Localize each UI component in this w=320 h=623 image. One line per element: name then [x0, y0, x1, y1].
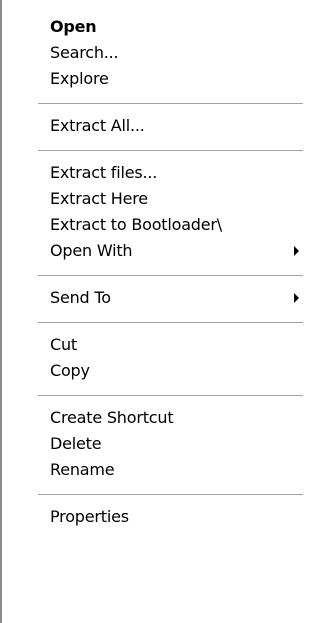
- menu-item-delete[interactable]: Delete: [2, 431, 303, 457]
- submenu-arrow-icon: [294, 246, 299, 256]
- menu-item-properties[interactable]: Properties: [2, 504, 303, 530]
- menu-item-send-to[interactable]: Send To: [2, 285, 303, 311]
- menu-item-extract-files[interactable]: Extract files...: [2, 160, 303, 186]
- menu-item-cut[interactable]: Cut: [2, 332, 303, 358]
- submenu-arrow-icon: [294, 293, 299, 303]
- menu-item-open-with[interactable]: Open With: [2, 238, 303, 264]
- menu-separator: [38, 395, 303, 396]
- menu-item-open[interactable]: Open: [2, 14, 303, 40]
- menu-item-create-shortcut[interactable]: Create Shortcut: [2, 405, 303, 431]
- menu-item-extract-all[interactable]: Extract All...: [2, 113, 303, 139]
- menu-item-rename[interactable]: Rename: [2, 457, 303, 483]
- menu-item-copy[interactable]: Copy: [2, 358, 303, 384]
- menu-item-explore[interactable]: Explore: [2, 66, 303, 92]
- menu-item-send-to-label: Send To: [50, 288, 111, 307]
- context-menu: Open Search... Explore Extract All... Ex…: [0, 0, 303, 623]
- menu-separator: [38, 322, 303, 323]
- menu-separator: [38, 275, 303, 276]
- menu-separator: [38, 494, 303, 495]
- menu-item-search[interactable]: Search...: [2, 40, 303, 66]
- menu-item-extract-to[interactable]: Extract to Bootloader\: [2, 212, 303, 238]
- menu-separator: [38, 103, 303, 104]
- menu-separator: [38, 150, 303, 151]
- menu-item-extract-here[interactable]: Extract Here: [2, 186, 303, 212]
- menu-item-open-with-label: Open With: [50, 241, 133, 260]
